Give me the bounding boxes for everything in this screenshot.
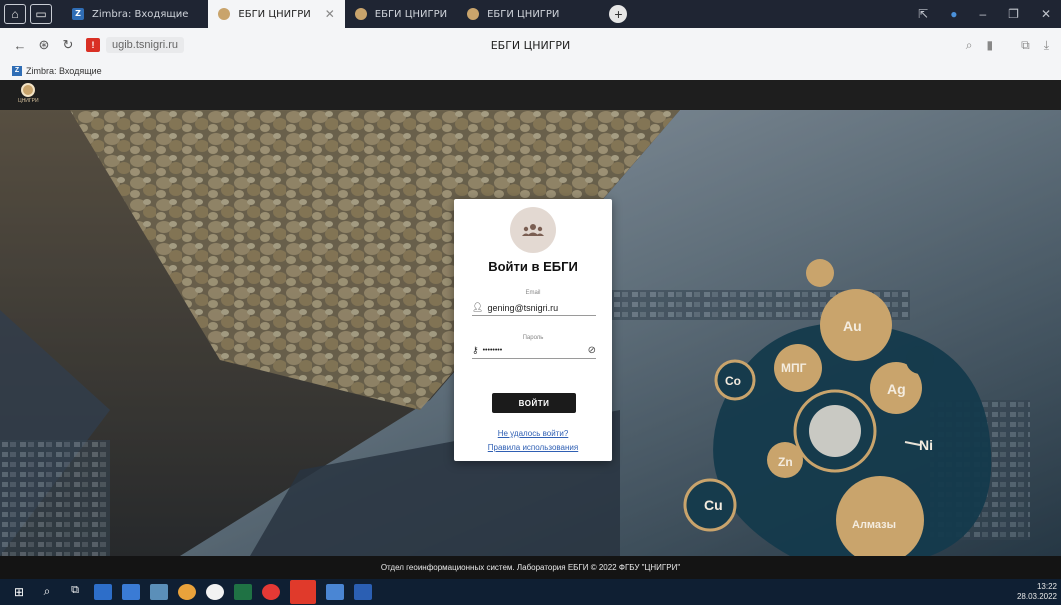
logo-text: ЦНИГРИ [18, 98, 39, 104]
forgot-login-link[interactable]: Не удалось войти? [454, 429, 612, 438]
tab-label: ЕБГИ ЦНИГРИ [374, 8, 448, 20]
password-label: Пароль [522, 335, 544, 341]
windows-taskbar: ⊞ ⌕ ⧉ 13:22 28.03.2022 [0, 579, 1061, 605]
element-diamonds-label: Алмазы [852, 519, 896, 531]
tab-ebgi-3[interactable]: ЕБГИ ЦНИГРИ [457, 0, 569, 28]
ebgi-favicon-icon [467, 8, 480, 20]
yandex-icon[interactable] [262, 584, 280, 600]
password-field[interactable]: ⚷ •••••••• ⊘ [472, 343, 596, 359]
element-ag-label: Ag [887, 381, 906, 397]
zimbra-favicon-icon: Z [12, 66, 22, 76]
chrome-icon[interactable] [178, 584, 196, 600]
search-icon[interactable]: ⌕ [38, 584, 56, 600]
window-controls: ⇱ ● – ❐ ✕ [918, 7, 1061, 21]
url-field[interactable]: ugib.tsnigri.ru [106, 37, 185, 53]
close-tab-icon[interactable]: ✕ [325, 7, 335, 21]
key-icon: ⚷ [472, 345, 479, 355]
toggle-visibility-icon[interactable]: ⊘ [588, 345, 596, 356]
maximize-icon[interactable]: ❐ [1008, 7, 1019, 21]
person-icon: 👤︎ [472, 302, 484, 312]
element-mpg-label: МПГ [781, 361, 807, 375]
browser-tab-bar: ⌂ ▭ Z Zimbra: Входящие ЕБГИ ЦНИГРИ ✕ ЕБГ… [0, 0, 1061, 28]
system-clock[interactable]: 13:22 28.03.2022 [1017, 582, 1057, 602]
bookmark-zimbra[interactable]: Zimbra: Входящие [26, 66, 102, 76]
search-icon[interactable]: ⌕ [966, 38, 973, 53]
back-icon[interactable]: ← [8, 38, 32, 53]
zimbra-favicon-icon: Z [72, 8, 84, 20]
home-icon[interactable]: ⌂ [4, 4, 26, 24]
insecure-warning-icon[interactable]: ! [86, 38, 100, 52]
close-window-icon[interactable]: ✕ [1041, 7, 1051, 21]
tab-label: ЕБГИ ЦНИГРИ [487, 8, 560, 20]
logo-emblem-icon [21, 83, 36, 97]
tab-ebgi-active[interactable]: ЕБГИ ЦНИГРИ ✕ [208, 0, 345, 28]
site-footer: Отдел геоинформационных систем. Лаборато… [0, 556, 1061, 579]
share-icon[interactable]: ⇱ [918, 7, 928, 21]
element-ni-label: Ni [919, 437, 933, 453]
element-zn-label: Zn [778, 455, 793, 469]
address-bar: ← ⊛ ↻ ! ugib.tsnigri.ru ЕБГИ ЦНИГРИ ⌕ ▮ … [0, 28, 1061, 62]
bookmark-icon[interactable]: ▮ [987, 38, 994, 53]
terms-of-use-link[interactable]: Правила использования [454, 443, 612, 452]
element-au-label: Au [843, 318, 862, 334]
task-view-icon[interactable]: ⧉ [66, 584, 84, 600]
download-icon[interactable]: ⤓ [1044, 38, 1049, 53]
tab-ebgi-2[interactable]: ЕБГИ ЦНИГРИ [345, 0, 457, 28]
opera-icon[interactable] [290, 580, 316, 604]
new-tab-button[interactable]: + [609, 5, 628, 23]
user-icon[interactable]: ● [950, 7, 957, 21]
site-header: ЦНИГРИ [0, 80, 1061, 110]
login-button[interactable]: ВОЙТИ [492, 393, 576, 413]
element-co-label: Co [725, 374, 741, 388]
store-icon[interactable] [122, 584, 140, 600]
users-group-icon [510, 207, 556, 253]
ebgi-favicon-icon [218, 8, 231, 20]
tab-zimbra[interactable]: Z Zimbra: Входящие [62, 0, 198, 28]
clock-date: 28.03.2022 [1016, 592, 1057, 601]
ebgi-favicon-icon [354, 8, 367, 20]
yandex-icon[interactable]: ⊛ [32, 37, 56, 53]
minimize-icon[interactable]: – [979, 7, 986, 21]
bookmarks-bar: Z Zimbra: Входящие [0, 62, 1061, 80]
word-icon[interactable] [354, 584, 372, 600]
tab-label: ЕБГИ ЦНИГРИ [238, 8, 311, 20]
collections-icon[interactable]: ⧉ [1021, 38, 1030, 53]
email-field[interactable]: 👤︎ gening@tsnigri.ru [472, 300, 596, 316]
files-icon[interactable] [326, 584, 344, 600]
mail-app-icon[interactable] [94, 584, 112, 600]
windows-start-icon[interactable]: ⊞ [10, 584, 28, 600]
excel-icon[interactable] [234, 584, 252, 600]
site-logo[interactable]: ЦНИГРИ [18, 83, 39, 104]
email-label: Email [525, 290, 541, 296]
yandex-browser-icon[interactable] [206, 584, 224, 600]
tab-label: Zimbra: Входящие [92, 8, 189, 20]
password-value: •••••••• [482, 347, 503, 354]
clock-time: 13:22 [1036, 582, 1057, 591]
login-title: Войти в ЕБГИ [488, 259, 578, 274]
login-card: Войти в ЕБГИ Email 👤︎ gening@tsnigri.ru … [454, 199, 612, 461]
tabs-icon[interactable]: ▭ [30, 4, 52, 24]
photos-icon[interactable] [150, 584, 168, 600]
email-value: gening@tsnigri.ru [487, 302, 559, 313]
element-cu-label: Cu [704, 497, 723, 513]
reload-icon[interactable]: ↻ [56, 37, 80, 53]
